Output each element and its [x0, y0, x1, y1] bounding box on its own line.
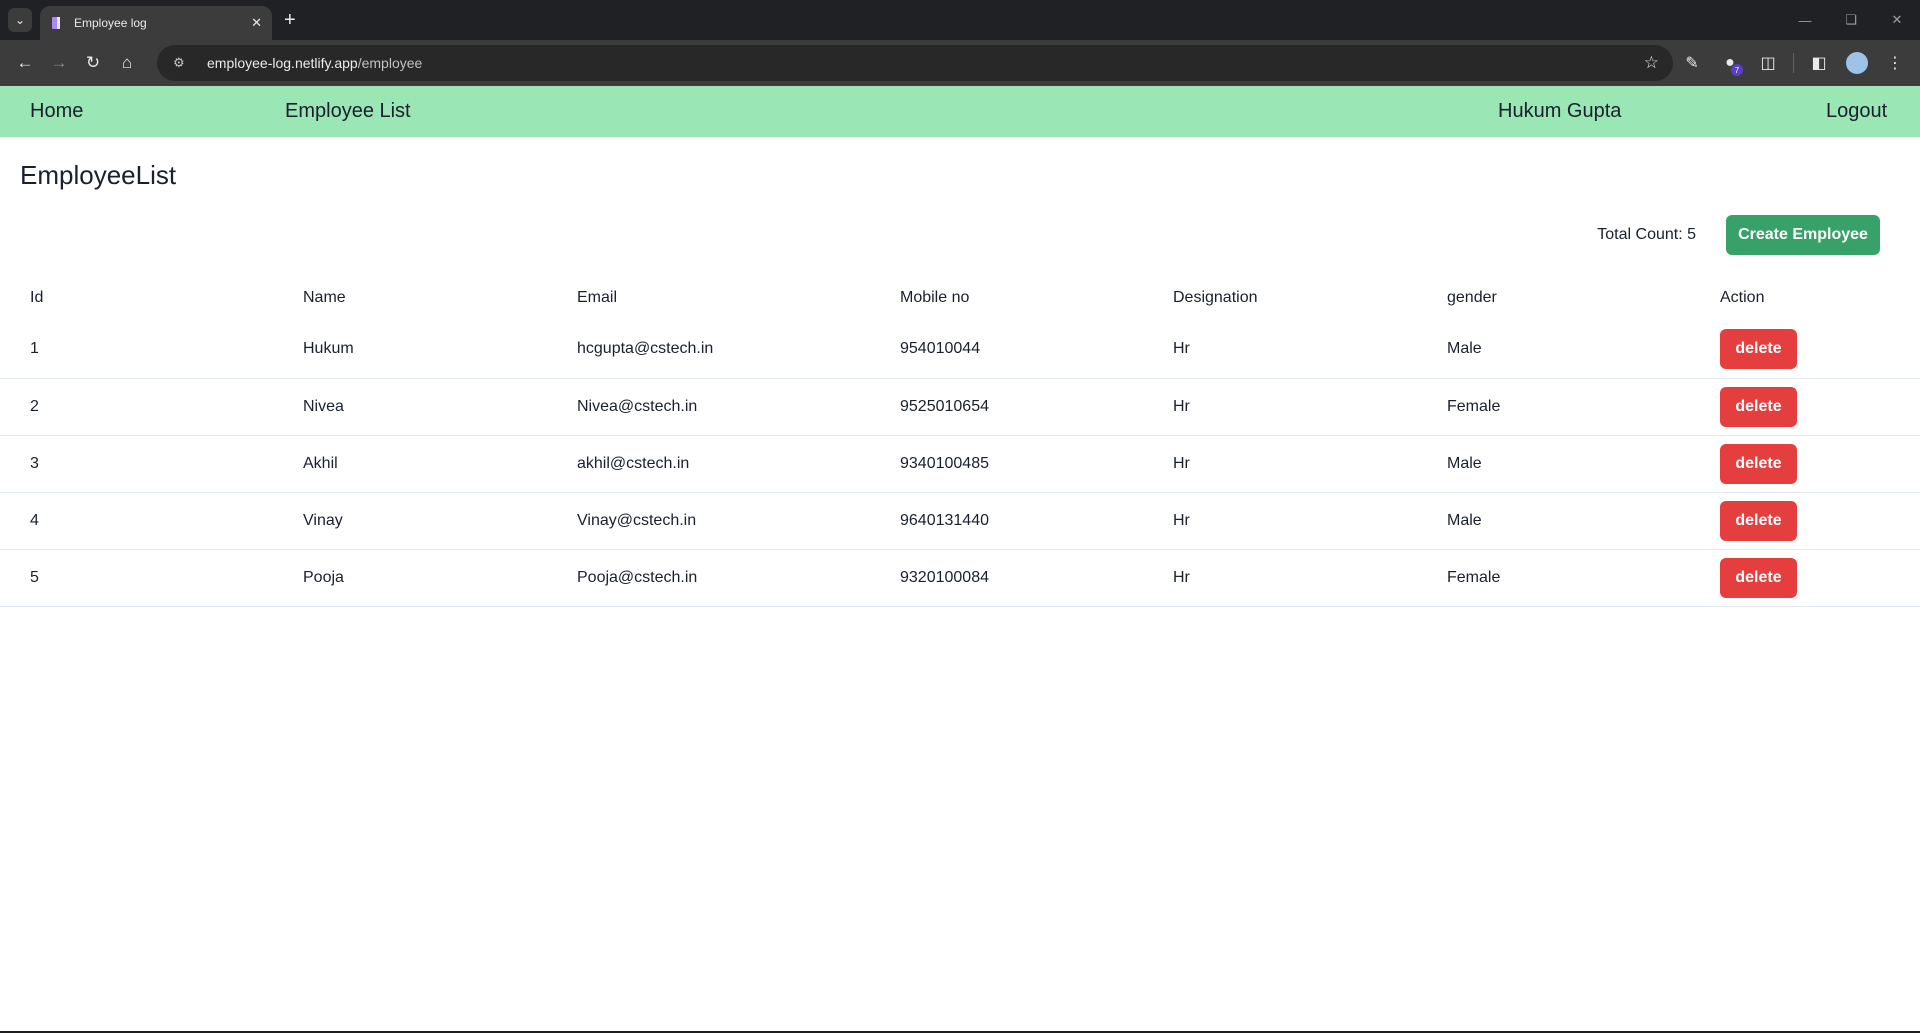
cell-name: Nivea: [273, 378, 547, 436]
cell-name: Hukum: [273, 321, 547, 379]
cell-action: delete: [1690, 321, 1920, 379]
extension-badge-icon[interactable]: ● 7: [1713, 46, 1747, 80]
cell-mobile: 9525010654: [870, 378, 1143, 436]
cell-name: Pooja: [273, 549, 547, 607]
table-row: 3 Akhil akhil@cstech.in 9340100485 Hr Ma…: [0, 435, 1920, 493]
url-path: /employee: [357, 55, 423, 71]
puzzle-extensions-icon[interactable]: ◫: [1751, 46, 1785, 80]
create-employee-button[interactable]: Create Employee: [1726, 215, 1880, 255]
cell-email: Nivea@cstech.in: [547, 378, 870, 436]
cell-action: delete: [1690, 492, 1920, 550]
browser-toolbar: ← → ↻ ⌂ ⚙ employee-log.netlify.app/emplo…: [0, 40, 1920, 86]
header-action: Action: [1720, 288, 1765, 306]
nav-user-name: Hukum Gupta: [1498, 100, 1622, 122]
minimize-icon[interactable]: —: [1782, 0, 1828, 40]
cell-designation: Hr: [1143, 549, 1417, 607]
header-mobile: Mobile no: [900, 288, 970, 306]
pen-extension-icon[interactable]: ✎: [1675, 46, 1709, 80]
header-gender: gender: [1447, 288, 1497, 306]
tab-search-button[interactable]: ⌄: [8, 8, 32, 32]
site-info-icon[interactable]: ⚙: [173, 55, 195, 71]
extension-badge-count: 7: [1731, 64, 1743, 76]
cell-designation: Hr: [1143, 435, 1417, 493]
extensions-area: ✎ ● 7 ◫ ◧ ⋮: [1675, 46, 1912, 80]
cell-email: akhil@cstech.in: [547, 435, 870, 493]
delete-button[interactable]: delete: [1720, 500, 1797, 541]
menu-dots-icon[interactable]: ⋮: [1878, 46, 1912, 80]
cell-mobile: 9320100084: [870, 549, 1143, 607]
cell-gender: Male: [1417, 435, 1690, 493]
address-bar[interactable]: ⚙ employee-log.netlify.app/employee ☆: [157, 45, 1673, 81]
forward-icon[interactable]: →: [42, 46, 76, 80]
delete-button[interactable]: delete: [1720, 329, 1797, 370]
nav-employee-list-link[interactable]: Employee List: [285, 86, 411, 137]
tab-title: Employee log: [74, 16, 147, 30]
cell-email: hcgupta@cstech.in: [547, 321, 870, 379]
cell-action: delete: [1690, 549, 1920, 607]
delete-button[interactable]: delete: [1720, 557, 1797, 598]
new-tab-icon[interactable]: +: [284, 10, 296, 30]
cell-gender: Male: [1417, 492, 1690, 550]
table-header-row: Id Name Email Mobile no Designation gend…: [0, 274, 1920, 321]
chevron-down-icon: ⌄: [14, 13, 26, 27]
cell-email: Vinay@cstech.in: [547, 492, 870, 550]
delete-button[interactable]: delete: [1720, 386, 1797, 427]
cell-id: 4: [0, 492, 273, 550]
toolbar-divider: [1793, 53, 1794, 73]
cell-id: 2: [0, 378, 273, 436]
cell-gender: Male: [1417, 321, 1690, 379]
cell-designation: Hr: [1143, 492, 1417, 550]
cell-email: Pooja@cstech.in: [547, 549, 870, 607]
employee-table: Id Name Email Mobile no Designation gend…: [0, 274, 1920, 607]
table-row: 4 Vinay Vinay@cstech.in 9640131440 Hr Ma…: [0, 492, 1920, 550]
cell-designation: Hr: [1143, 378, 1417, 436]
restore-icon[interactable]: ❏: [1828, 0, 1874, 40]
header-email: Email: [577, 288, 618, 306]
side-panel-icon[interactable]: ◧: [1802, 46, 1836, 80]
window-controls: — ❏ ✕: [1782, 0, 1920, 40]
reload-icon[interactable]: ↻: [76, 46, 110, 80]
delete-button[interactable]: delete: [1720, 443, 1797, 484]
cell-gender: Female: [1417, 549, 1690, 607]
cell-mobile: 9340100485: [870, 435, 1143, 493]
tab-close-icon[interactable]: ✕: [251, 15, 262, 31]
browser-tab-bar: ⌄ Employee log ✕ + — ❏ ✕: [0, 0, 1920, 40]
cell-mobile: 954010044: [870, 321, 1143, 379]
back-icon[interactable]: ←: [8, 46, 42, 80]
header-name: Name: [303, 288, 346, 306]
total-count: Total Count: 5: [1597, 226, 1696, 243]
url-host: employee-log.netlify.app: [207, 55, 358, 71]
cell-mobile: 9640131440: [870, 492, 1143, 550]
app-navbar: Home Employee List Hukum Gupta Logout: [0, 86, 1920, 137]
header-id: Id: [30, 288, 44, 306]
favicon-icon: [50, 16, 62, 30]
cell-id: 1: [0, 321, 273, 379]
cell-action: delete: [1690, 378, 1920, 436]
table-row: 1 Hukum hcgupta@cstech.in 954010044 Hr M…: [0, 321, 1920, 379]
browser-tab[interactable]: Employee log ✕: [40, 6, 272, 40]
cell-id: 3: [0, 435, 273, 493]
header-designation: Designation: [1173, 288, 1258, 306]
cell-gender: Female: [1417, 378, 1690, 436]
table-row: 2 Nivea Nivea@cstech.in 9525010654 Hr Fe…: [0, 378, 1920, 436]
cell-action: delete: [1690, 435, 1920, 493]
table-row: 5 Pooja Pooja@cstech.in 9320100084 Hr Fe…: [0, 549, 1920, 607]
home-icon[interactable]: ⌂: [110, 46, 144, 80]
bookmark-star-icon[interactable]: ☆: [1644, 53, 1659, 73]
cell-name: Akhil: [273, 435, 547, 493]
cell-name: Vinay: [273, 492, 547, 550]
window-close-icon[interactable]: ✕: [1874, 0, 1920, 40]
nav-home-link[interactable]: Home: [30, 86, 83, 137]
cell-designation: Hr: [1143, 321, 1417, 379]
profile-avatar-icon[interactable]: [1846, 52, 1868, 74]
nav-logout-link[interactable]: Logout: [1826, 86, 1887, 137]
page-title: EmployeeList: [20, 160, 177, 190]
cell-id: 5: [0, 549, 273, 607]
